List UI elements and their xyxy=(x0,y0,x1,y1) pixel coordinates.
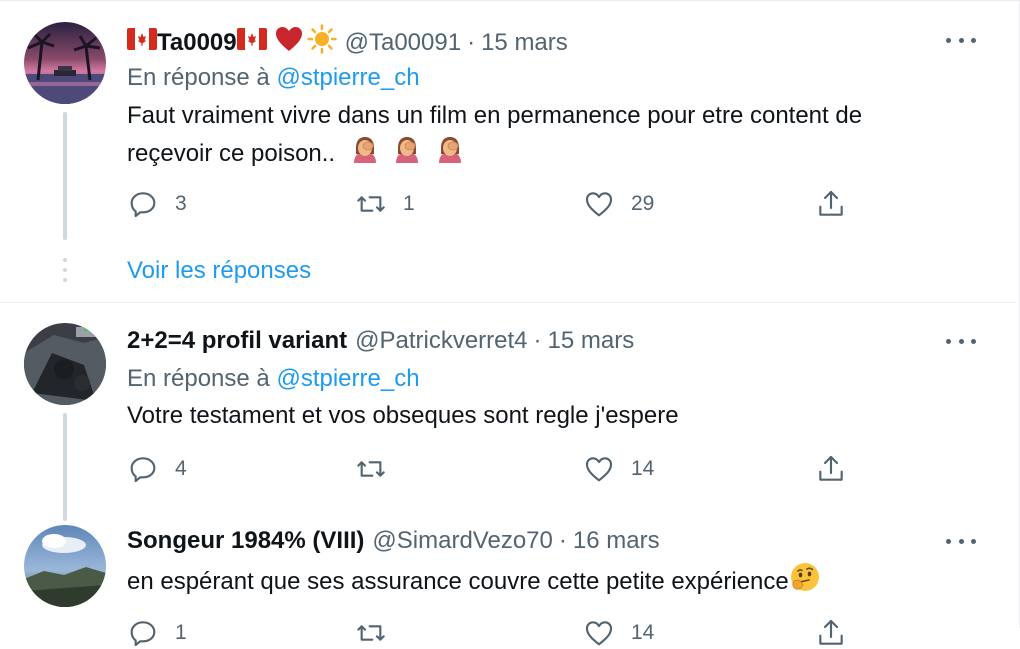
reply-button[interactable]: 3 xyxy=(127,188,187,220)
thinking-emoji-icon xyxy=(789,561,821,604)
reply-button[interactable]: 1 xyxy=(127,617,187,649)
tweet-text-fragment: en espérant que ses assurance couvre cet… xyxy=(127,567,789,595)
tweet-text-fragment: reçevoir ce poison.. xyxy=(127,139,336,167)
tweet-text: Votre testament et vos obseques sont reg… xyxy=(127,397,967,434)
reply-prefix: En réponse à xyxy=(127,64,270,91)
action-bar: 3 1 29 xyxy=(127,188,867,220)
like-count: 29 xyxy=(631,192,655,215)
like-button[interactable]: 14 xyxy=(583,453,654,485)
author-name[interactable]: Songeur 1984% (VIII) xyxy=(127,527,364,555)
reply-count: 1 xyxy=(175,621,187,644)
avatar[interactable] xyxy=(24,22,106,104)
tweet-date[interactable]: 15 mars xyxy=(481,29,568,57)
like-icon xyxy=(585,621,613,646)
tweet-date[interactable]: 15 mars xyxy=(548,327,635,355)
like-count: 14 xyxy=(631,457,655,480)
like-button[interactable]: 14 xyxy=(583,617,654,649)
more-icon[interactable] xyxy=(946,331,976,351)
reply-mention[interactable]: @stpierre_ch xyxy=(276,64,419,91)
canada-flag-icon xyxy=(127,28,157,57)
facepalm-emoji-icon xyxy=(435,134,465,175)
reply-icon xyxy=(130,457,156,483)
tweet-text-line: Faut vraiment vivre dans un film en perm… xyxy=(127,102,863,129)
tweet-text-line: reçevoir ce poison.. xyxy=(127,134,967,175)
retweet-button[interactable]: 1 xyxy=(355,188,415,220)
like-icon xyxy=(585,457,613,482)
tweet-1[interactable]: Ta0009 @Ta00091 · 15 mars En réponse à @… xyxy=(0,0,1016,302)
more-icon[interactable] xyxy=(946,531,976,551)
like-button[interactable]: 29 xyxy=(583,188,654,220)
share-button[interactable] xyxy=(815,188,847,220)
share-button[interactable] xyxy=(815,617,847,649)
reply-count: 4 xyxy=(175,457,187,480)
share-icon xyxy=(819,619,843,645)
facepalm-emoji-icon xyxy=(350,134,380,175)
author-name[interactable]: Ta0009 xyxy=(157,29,237,57)
tweet-text-line: Votre testament et vos obseques sont reg… xyxy=(127,402,679,429)
tweet-text: en espérant que ses assurance couvre cet… xyxy=(127,561,967,604)
more-icon[interactable] xyxy=(946,30,976,50)
reply-icon xyxy=(130,621,156,647)
author-handle[interactable]: @Ta00091 xyxy=(345,29,461,57)
retweet-icon xyxy=(357,461,385,477)
share-icon xyxy=(819,455,843,481)
retweet-icon xyxy=(357,196,385,212)
reply-count: 3 xyxy=(175,192,187,215)
reply-context: En réponse à @stpierre_ch xyxy=(127,64,420,92)
canada-flag-icon xyxy=(236,28,267,57)
thread-line xyxy=(63,112,67,240)
retweet-icon xyxy=(357,625,385,641)
reply-prefix: En réponse à xyxy=(127,365,270,392)
separator-dot: · xyxy=(467,28,476,56)
facepalm-emoji-icon xyxy=(392,134,422,175)
avatar[interactable] xyxy=(24,525,106,607)
like-icon xyxy=(585,192,613,217)
author-handle[interactable]: @SimardVezo70 xyxy=(372,527,552,555)
share-button[interactable] xyxy=(815,453,847,485)
share-icon xyxy=(819,190,843,216)
tweet-3[interactable]: Songeur 1984% (VIII) @SimardVezo70 · 16 … xyxy=(0,503,1016,647)
retweet-button[interactable] xyxy=(355,453,403,485)
tweet-text-line: en espérant que ses assurance couvre cet… xyxy=(127,561,967,604)
like-count: 14 xyxy=(631,621,655,644)
action-bar: 1 14 xyxy=(127,617,867,649)
author-name[interactable]: 2+2=4 profil variant xyxy=(127,327,347,355)
tweet-header: Ta0009 @Ta00091 · 15 mars xyxy=(127,24,568,61)
avatar[interactable] xyxy=(24,323,106,405)
reply-mention[interactable]: @stpierre_ch xyxy=(276,365,419,392)
show-replies-link[interactable]: Voir les réponses xyxy=(127,257,311,285)
reply-context: En réponse à @stpierre_ch xyxy=(127,365,420,393)
tweet-header: 2+2=4 profil variant @Patrickverret4 · 1… xyxy=(127,327,634,355)
retweet-button[interactable] xyxy=(355,617,403,649)
reply-icon xyxy=(130,192,156,218)
thread-dots xyxy=(63,258,67,288)
tweet-text: Faut vraiment vivre dans un film en perm… xyxy=(127,97,967,175)
tweet-header: Songeur 1984% (VIII) @SimardVezo70 · 16 … xyxy=(127,527,660,555)
separator-dot: · xyxy=(558,527,567,554)
retweet-count: 1 xyxy=(403,192,415,215)
reply-button[interactable]: 4 xyxy=(127,453,187,485)
heart-emoji-icon xyxy=(275,26,303,59)
separator-dot: · xyxy=(533,327,542,354)
tweet-2[interactable]: 2+2=4 profil variant @Patrickverret4 · 1… xyxy=(0,303,1016,521)
action-bar: 4 14 xyxy=(127,453,867,485)
sun-emoji-icon xyxy=(306,24,337,61)
tweet-date[interactable]: 16 mars xyxy=(573,527,660,555)
author-handle[interactable]: @Patrickverret4 xyxy=(355,327,527,355)
